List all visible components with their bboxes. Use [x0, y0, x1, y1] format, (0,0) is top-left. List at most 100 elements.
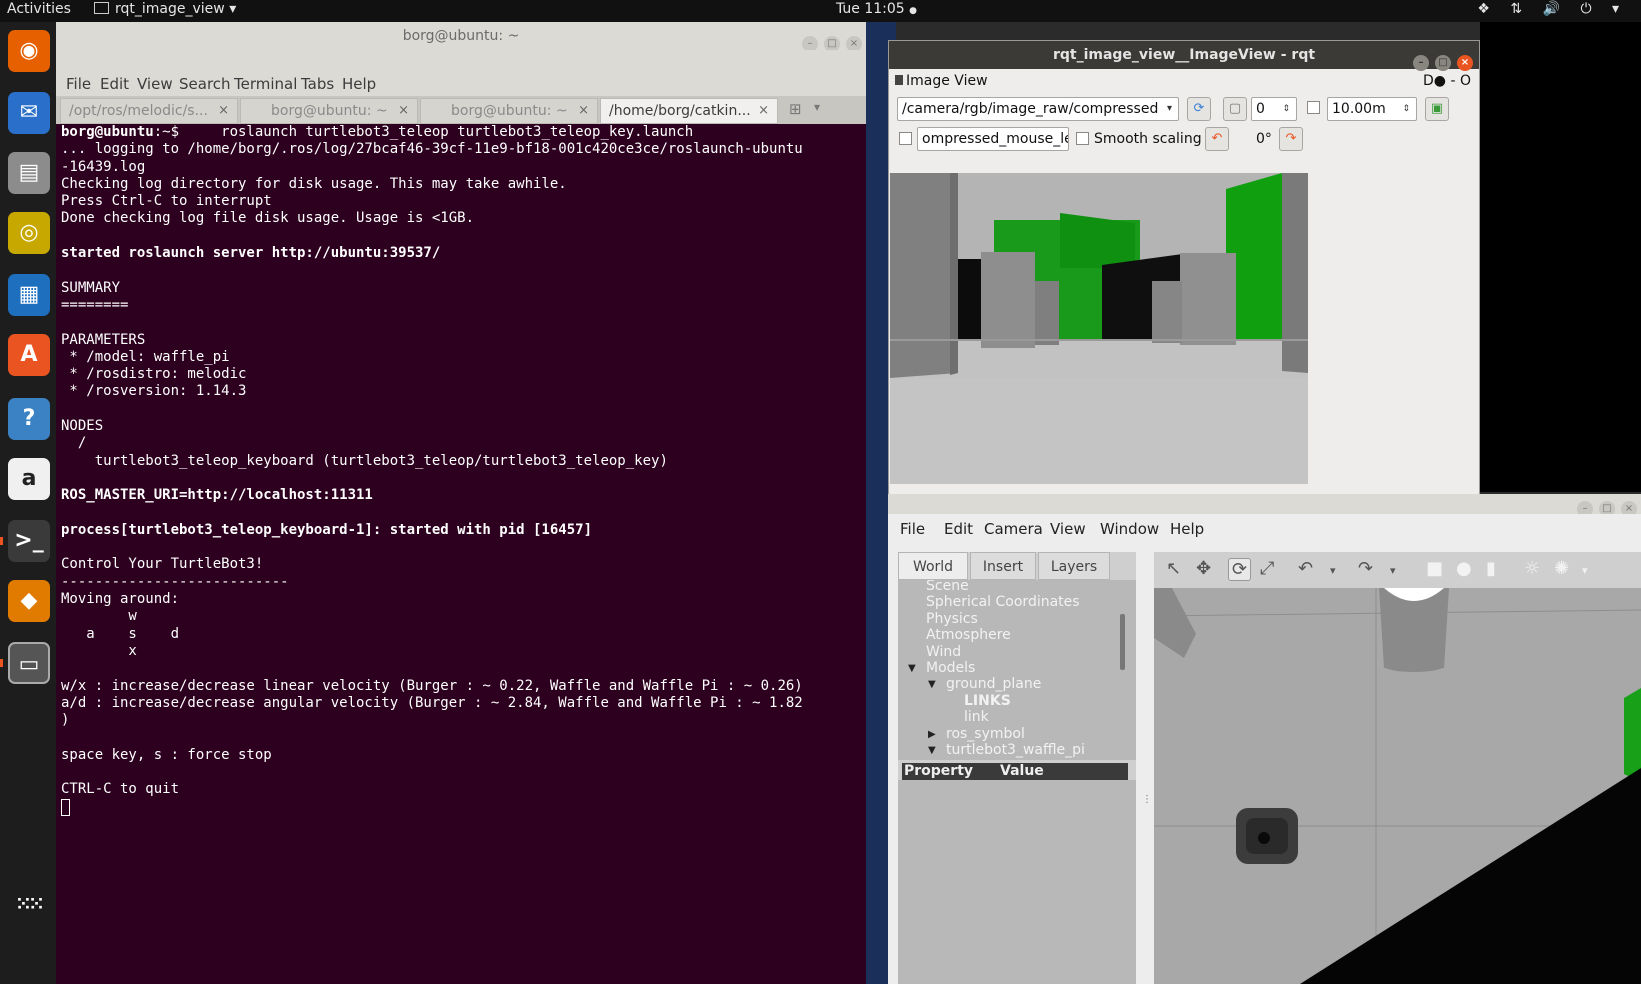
amazon-icon[interactable]: a — [8, 458, 50, 500]
rqt-titlebar[interactable]: rqt_image_view__ImageView - rqt – □ × — [889, 41, 1479, 71]
tree-item[interactable]: ▶ ros_symbol — [928, 726, 1025, 742]
tab-world[interactable]: World — [898, 552, 968, 580]
tab-layers[interactable]: Layers — [1038, 552, 1110, 580]
gazebo-window[interactable]: – □ × File Edit Camera View Window Help World In… — [888, 494, 1641, 984]
gazebo-icon[interactable]: ◆ — [8, 580, 50, 622]
firefox-icon[interactable]: ◉ — [8, 30, 50, 72]
publish-mouse-checkbox[interactable] — [899, 132, 912, 145]
redo-icon[interactable]: ↷ — [1358, 558, 1373, 579]
expand-down-icon[interactable]: ▼ — [928, 745, 936, 756]
thunderbird-icon[interactable]: ✉ — [8, 92, 50, 134]
menu-file[interactable]: File — [66, 75, 91, 93]
scale-icon[interactable]: ⤢ — [1260, 558, 1274, 579]
undo-menu-chevron-icon[interactable]: ▾ — [1330, 564, 1336, 577]
rhythmbox-icon[interactable]: ◎ — [8, 212, 50, 254]
tree-item[interactable]: ▼ ground_plane — [928, 676, 1041, 692]
max-range-spinbox[interactable]: 10.00m ⇕ — [1327, 97, 1417, 121]
gazebo-menu-file[interactable]: File — [900, 520, 925, 538]
expand-right-icon[interactable]: ▶ — [928, 729, 936, 740]
max-range-checkbox[interactable] — [1307, 101, 1320, 114]
sphere-shape-icon[interactable]: ● — [1456, 558, 1472, 579]
gazebo-menu-camera[interactable]: Camera — [984, 520, 1043, 538]
menu-help[interactable]: Help — [342, 75, 376, 93]
box-shape-icon[interactable]: ■ — [1426, 558, 1443, 579]
undo-icon[interactable]: ↶ — [1298, 558, 1313, 579]
gazebo-3d-viewport[interactable]: ↖ ✥ ⟳ ⤢ ↶ ▾ ↷ ▾ ■ ● ▮ ☼ ✺ ▾ — [1154, 552, 1641, 984]
gazebo-menu-window[interactable]: Window — [1100, 520, 1159, 538]
terminal-output[interactable]: borg@ubuntu:~$ roslaunch turtlebot3_tele… — [56, 124, 866, 984]
rotate-icon[interactable]: ⟳ — [1228, 558, 1252, 581]
app-menu[interactable]: rqt_image_view ▾ — [94, 1, 236, 17]
system-tray[interactable]: ❖ ⇅ 🔊 ⏻ ▾ — [1477, 1, 1627, 17]
tree-item[interactable]: link — [964, 709, 989, 725]
help-icon[interactable]: ? — [8, 398, 50, 440]
gazebo-menu-view[interactable]: View — [1050, 520, 1086, 538]
gazebo-scene[interactable] — [1154, 588, 1641, 984]
menu-edit[interactable]: Edit — [100, 75, 129, 93]
tree-item[interactable]: Physics — [926, 611, 978, 627]
clock[interactable]: Tue 11:05 ● — [836, 1, 917, 17]
terminal-icon[interactable]: >_ — [8, 520, 50, 562]
terminal-window[interactable]: borg@ubuntu: ~ – □ × File Edit View Search Ter… — [56, 22, 866, 984]
terminal-tab[interactable]: borg@ubuntu: ~ × — [420, 98, 598, 124]
close-tab-icon[interactable]: × — [578, 99, 589, 123]
terminal-tab[interactable]: /home/borg/catkin... × — [600, 98, 778, 124]
world-tree[interactable]: Scene Spherical Coordinates Physics Atmosph… — [898, 580, 1136, 760]
gazebo-menu-help[interactable]: Help — [1170, 520, 1204, 538]
sun-light-icon[interactable]: ☼ — [1524, 558, 1540, 579]
rotate-right-button[interactable]: ↷ — [1279, 127, 1303, 151]
rqt-image-view-window[interactable]: rqt_image_view__ImageView - rqt – □ × Imag… — [888, 40, 1480, 516]
save-image-button[interactable]: ▣ — [1425, 97, 1449, 121]
gazebo-menu-edit[interactable]: Edit — [944, 520, 973, 538]
mouse-topic-input[interactable]: ompressed_mouse_left — [917, 127, 1069, 151]
tree-scrollbar[interactable] — [1120, 614, 1125, 670]
menu-view[interactable]: View — [137, 75, 173, 93]
splitter-handle[interactable]: ⋮ — [1142, 794, 1152, 818]
tree-item[interactable]: LINKS — [964, 693, 1011, 709]
tree-item[interactable]: ▼ turtlebot3_waffle_pi — [928, 742, 1085, 758]
close-icon[interactable]: × — [1457, 55, 1473, 71]
dock-controls[interactable]: D● - O — [1423, 73, 1471, 89]
tree-item[interactable]: Wind — [926, 644, 961, 660]
spot-light-icon[interactable]: ✺ — [1554, 558, 1569, 579]
translate-icon[interactable]: ✥ — [1196, 558, 1211, 579]
terminal-tab[interactable]: borg@ubuntu: ~ × — [240, 98, 418, 124]
maximize-icon[interactable]: □ — [1435, 55, 1451, 71]
terminal-tab[interactable]: /opt/ros/melodic/s... × — [60, 98, 238, 124]
close-tab-icon[interactable]: × — [218, 99, 229, 123]
cylinder-shape-icon[interactable]: ▮ — [1486, 558, 1496, 579]
software-center-icon[interactable]: A — [8, 334, 50, 376]
topic-select[interactable]: /camera/rgb/image_raw/compressed ▾ — [897, 97, 1179, 121]
terminal-titlebar[interactable]: borg@ubuntu: ~ – □ × — [56, 22, 866, 52]
activities-button[interactable]: Activities — [7, 1, 71, 17]
refresh-topics-button[interactable]: ⟳ — [1187, 97, 1211, 121]
close-tab-icon[interactable]: × — [398, 99, 409, 123]
tree-item[interactable]: Scene — [926, 580, 969, 594]
show-applications-icon[interactable]: ⁙⁙ — [8, 884, 50, 926]
select-arrow-icon[interactable]: ↖ — [1166, 558, 1181, 579]
redo-menu-chevron-icon[interactable]: ▾ — [1390, 564, 1396, 577]
lights-menu-chevron-icon[interactable]: ▾ — [1582, 564, 1588, 577]
zoom-1-button[interactable]: ▢ — [1223, 97, 1247, 121]
writer-icon[interactable]: ▦ — [8, 274, 50, 316]
tabs-menu-chevron-icon[interactable]: ▾ — [814, 100, 820, 114]
rqt-window-icon[interactable]: ▭ — [8, 642, 50, 684]
tab-insert[interactable]: Insert — [970, 552, 1036, 580]
files-icon[interactable]: ▤ — [8, 152, 50, 194]
tree-item[interactable]: Atmosphere — [926, 627, 1011, 643]
tree-item[interactable]: ▼ Models — [908, 660, 975, 676]
camera-image[interactable] — [890, 173, 1308, 484]
smooth-scaling-checkbox[interactable] — [1076, 132, 1089, 145]
rotate-left-button[interactable]: ↶ — [1205, 127, 1229, 151]
menu-terminal[interactable]: Terminal — [234, 75, 297, 93]
tree-item[interactable]: Spherical Coordinates — [926, 594, 1080, 610]
expand-down-icon[interactable]: ▼ — [928, 679, 936, 690]
expand-down-icon[interactable]: ▼ — [908, 663, 916, 674]
menu-search[interactable]: Search — [179, 75, 231, 93]
menu-tabs[interactable]: Tabs — [301, 75, 334, 93]
property-table-body[interactable] — [898, 780, 1136, 984]
new-tab-icon[interactable]: ⊞ — [789, 100, 802, 118]
minimize-icon[interactable]: – — [1413, 55, 1429, 71]
spinbox-zero[interactable]: 0 ⇕ — [1251, 97, 1297, 121]
close-tab-icon[interactable]: × — [758, 99, 769, 123]
